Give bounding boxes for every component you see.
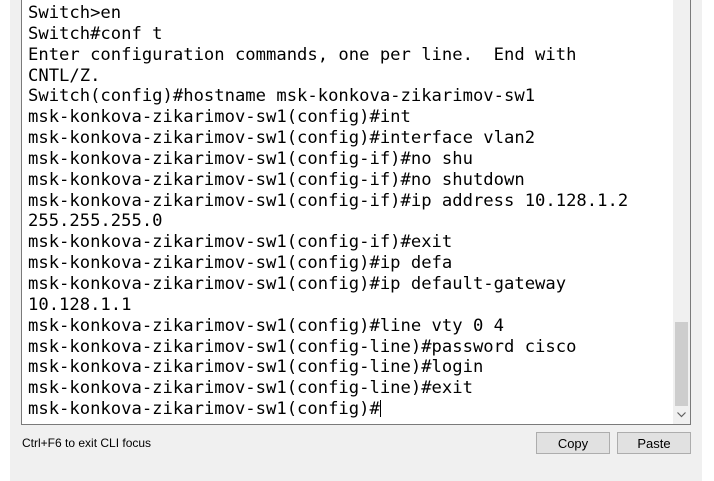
terminal-line: msk-konkova-zikarimov-sw1(config-if)#exi… <box>28 232 453 253</box>
terminal-line: msk-konkova-zikarimov-sw1(config-line)#e… <box>28 378 473 399</box>
terminal-lines: Switch>en Switch#conf t Enter configurat… <box>28 3 628 398</box>
terminal-line: msk-konkova-zikarimov-sw1(config-line)#p… <box>28 336 577 357</box>
terminal-line: 10.128.1.1 <box>28 294 132 315</box>
terminal-line: msk-konkova-zikarimov-sw1(config-line)#l… <box>28 357 484 378</box>
chevron-down-icon <box>677 411 686 417</box>
terminal-line: msk-konkova-zikarimov-sw1(config-if)#no … <box>28 169 525 190</box>
terminal-line: Switch(config)#hostname msk-konkova-zika… <box>28 86 536 107</box>
terminal-line: msk-konkova-zikarimov-sw1(config)#line v… <box>28 315 504 336</box>
terminal-output: Switch>en Switch#conf t Enter configurat… <box>28 3 628 420</box>
terminal-line: Switch#conf t <box>28 23 163 44</box>
paste-button[interactable]: Paste <box>617 432 691 454</box>
terminal-prompt: msk-konkova-zikarimov-sw1(config)# <box>28 399 380 420</box>
terminal-line: Switch>en <box>28 3 122 23</box>
terminal-line: msk-konkova-zikarimov-sw1(config)#interf… <box>28 128 536 149</box>
cli-window: Switch>en Switch#conf t Enter configurat… <box>0 0 714 481</box>
cli-terminal[interactable]: Switch>en Switch#conf t Enter configurat… <box>21 0 691 425</box>
vertical-scrollbar[interactable] <box>673 0 690 424</box>
right-border <box>702 0 714 481</box>
copy-button[interactable]: Copy <box>536 432 610 454</box>
terminal-line: msk-konkova-zikarimov-sw1(config)#ip def… <box>28 253 453 274</box>
text-cursor <box>379 400 381 418</box>
terminal-line: msk-konkova-zikarimov-sw1(config)#ip def… <box>28 273 567 294</box>
terminal-line: 255.255.255.0 <box>28 211 163 232</box>
scroll-down-button[interactable] <box>673 406 690 423</box>
terminal-line: Enter configuration commands, one per li… <box>28 44 577 65</box>
terminal-line: msk-konkova-zikarimov-sw1(config-if)#no … <box>28 148 473 169</box>
terminal-line: msk-konkova-zikarimov-sw1(config-if)#ip … <box>28 190 629 211</box>
cli-focus-hint: Ctrl+F6 to exit CLI focus <box>22 436 152 450</box>
terminal-line: msk-konkova-zikarimov-sw1(config)#int <box>28 107 411 128</box>
terminal-line: CNTL/Z. <box>28 65 101 86</box>
left-border <box>0 0 10 481</box>
scrollbar-thumb[interactable] <box>675 322 688 406</box>
